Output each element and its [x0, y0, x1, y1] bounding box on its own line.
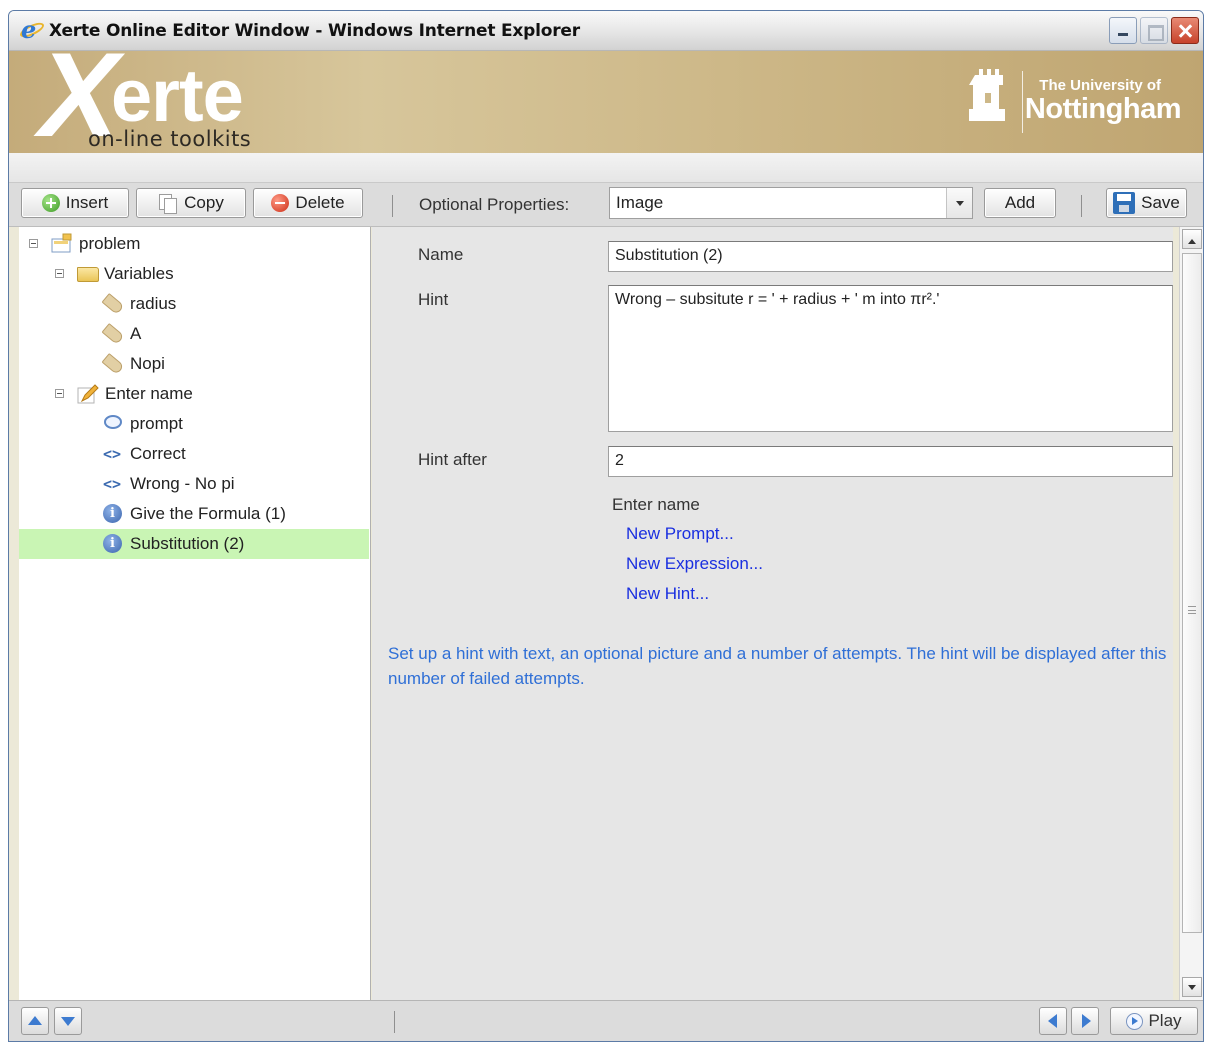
- scroll-up-arrow-icon[interactable]: [1182, 229, 1202, 249]
- maximize-button[interactable]: [1140, 17, 1168, 44]
- toolbar-divider: [392, 195, 393, 217]
- tree-item-label: Nopi: [130, 354, 165, 373]
- university-crest-icon: [969, 69, 1005, 121]
- scrollbar-thumb[interactable]: [1182, 253, 1202, 933]
- tree-item-substitution[interactable]: i Substitution (2): [19, 529, 369, 559]
- save-button-label: Save: [1141, 193, 1180, 212]
- xerte-logo-subtitle: on-line toolkits: [88, 127, 252, 151]
- tag-icon: [101, 322, 125, 346]
- tree-item-variables[interactable]: Variables: [19, 259, 369, 289]
- insert-button-label: Insert: [65, 193, 109, 212]
- tree-item-label: Give the Formula (1): [130, 504, 286, 523]
- delete-button[interactable]: Delete: [253, 188, 363, 218]
- code-icon: <>: [103, 445, 122, 463]
- previous-page-button[interactable]: [1039, 1007, 1067, 1035]
- hint-textarea[interactable]: Wrong – subsitute r = ' + radius + ' m i…: [608, 285, 1173, 432]
- play-icon: [1126, 1012, 1144, 1030]
- title-bar: e Xerte Online Editor Window - Windows I…: [9, 11, 1203, 51]
- hint-after-label: Hint after: [418, 450, 487, 469]
- add-circle-icon: [41, 194, 60, 212]
- header-banner: X erte on-line toolkits The University o…: [9, 51, 1203, 153]
- collapse-toggle-icon[interactable]: [55, 269, 64, 278]
- university-label-big: Nottingham: [1024, 93, 1182, 125]
- tree-item-label: Enter name: [105, 384, 193, 403]
- tree-item-wrong-no-pi[interactable]: <> Wrong - No pi: [19, 469, 369, 499]
- tree-item-label: prompt: [130, 414, 183, 433]
- tag-icon: [101, 292, 125, 316]
- pencil-icon: [77, 384, 99, 404]
- scroll-down-arrow-icon[interactable]: [1182, 977, 1202, 997]
- content-tree: problem Variables radius A Nopi Enter na…: [19, 227, 371, 1000]
- new-hint-link[interactable]: New Hint...: [626, 584, 709, 604]
- info-icon: i: [103, 534, 122, 553]
- play-button-label: Play: [1148, 1011, 1182, 1030]
- tree-item-enter-name[interactable]: Enter name: [19, 379, 369, 409]
- hint-after-field[interactable]: 2: [608, 446, 1173, 477]
- name-field[interactable]: Substitution (2): [608, 241, 1173, 272]
- tree-item-problem[interactable]: problem: [19, 229, 369, 259]
- name-label: Name: [418, 245, 464, 264]
- optional-properties-select[interactable]: Image: [609, 187, 973, 219]
- properties-panel: Name Substitution (2) Hint Wrong – subsi…: [372, 227, 1173, 1000]
- collapse-toggle-icon[interactable]: [55, 389, 64, 398]
- delete-button-label: Delete: [295, 193, 345, 212]
- add-button[interactable]: Add: [984, 188, 1056, 218]
- toolbar-divider: [1081, 195, 1082, 217]
- tree-item-label: radius: [130, 294, 177, 313]
- hint-label: Hint: [418, 290, 449, 309]
- move-up-button[interactable]: [21, 1007, 49, 1035]
- info-icon: i: [103, 504, 122, 523]
- properties-scrollbar[interactable]: [1179, 227, 1203, 1000]
- optional-properties-label: Optional Properties:: [419, 195, 570, 214]
- grip-icon: [1188, 606, 1196, 614]
- xerte-logo-text: erte: [111, 54, 244, 137]
- help-text: Set up a hint with text, an optional pic…: [388, 644, 1167, 688]
- university-divider: [1022, 71, 1023, 133]
- parent-node-heading: Enter name: [612, 495, 700, 514]
- delete-circle-icon: [271, 194, 290, 212]
- code-icon: <>: [103, 475, 122, 493]
- copy-icon: [158, 193, 178, 214]
- tag-icon: [101, 352, 125, 376]
- copy-button-label: Copy: [184, 193, 224, 212]
- bottom-divider: [394, 1011, 395, 1033]
- new-prompt-link[interactable]: New Prompt...: [626, 524, 734, 544]
- collapse-toggle-icon[interactable]: [29, 239, 38, 248]
- next-page-button[interactable]: [1071, 1007, 1099, 1035]
- tree-item-correct[interactable]: <> Correct: [19, 439, 369, 469]
- browser-window: e Xerte Online Editor Window - Windows I…: [8, 10, 1204, 1042]
- close-button[interactable]: [1171, 17, 1199, 44]
- optional-properties-value: Image: [616, 193, 664, 212]
- speech-bubble-icon: [104, 415, 122, 429]
- editor-toolbar: Insert Copy Delete Optional Properties: …: [9, 183, 1203, 227]
- minimize-button[interactable]: [1109, 17, 1137, 44]
- university-label-small: The University of: [1039, 77, 1161, 94]
- window-title: Xerte Online Editor Window - Windows Int…: [49, 20, 580, 41]
- copy-button[interactable]: Copy: [136, 188, 246, 218]
- tree-item-nopi[interactable]: Nopi: [19, 349, 369, 379]
- menu-strip: [9, 153, 1203, 183]
- floppy-disk-icon: [1113, 192, 1136, 214]
- folder-icon: [77, 267, 99, 282]
- add-button-label: Add: [1004, 193, 1036, 212]
- tree-item-a[interactable]: A: [19, 319, 369, 349]
- tree-item-label: Wrong - No pi: [130, 474, 235, 493]
- save-button[interactable]: Save: [1106, 188, 1187, 218]
- tree-item-label: problem: [79, 234, 141, 253]
- tree-item-give-the-formula[interactable]: i Give the Formula (1): [19, 499, 369, 529]
- tree-item-label: Correct: [130, 444, 186, 463]
- tree-item-label: Variables: [104, 264, 174, 283]
- new-expression-link[interactable]: New Expression...: [626, 554, 763, 574]
- tree-item-prompt[interactable]: prompt: [19, 409, 369, 439]
- bottom-bar: Play: [9, 1000, 1203, 1041]
- move-down-button[interactable]: [54, 1007, 82, 1035]
- tree-item-label: A: [130, 324, 142, 343]
- tree-item-radius[interactable]: radius: [19, 289, 369, 319]
- project-icon: [51, 233, 72, 253]
- insert-button[interactable]: Insert: [21, 188, 129, 218]
- play-button[interactable]: Play: [1110, 1007, 1198, 1035]
- chevron-down-icon[interactable]: [946, 188, 972, 218]
- tree-item-label: Substitution (2): [130, 534, 245, 553]
- internet-explorer-icon: e: [18, 15, 46, 44]
